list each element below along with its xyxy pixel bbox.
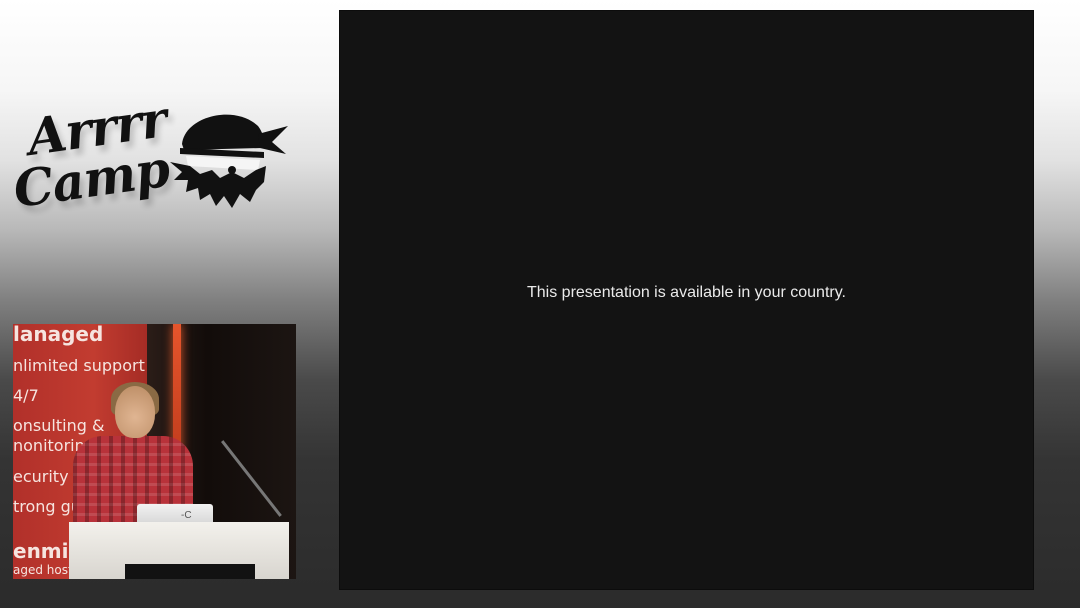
podium-slot <box>125 564 255 579</box>
pirate-skull-icon <box>170 114 288 208</box>
presentation-slide[interactable]: This presentation is available in your c… <box>340 11 1033 589</box>
speaker-video: lanaged nlimited support 4/7 onsulting &… <box>13 324 296 579</box>
speaker-head <box>115 386 155 438</box>
slide-message: This presentation is available in your c… <box>527 284 846 301</box>
banner-line: ecurity <box>13 467 69 486</box>
banner-line: nlimited support <box>13 356 145 375</box>
laptop-sticker: -C <box>181 510 192 521</box>
banner-heading: lanaged <box>13 324 104 346</box>
banner-line: onsulting & <box>13 416 105 435</box>
stage-light <box>173 324 181 454</box>
banner-line: 4/7 <box>13 386 39 405</box>
arrrrcamp-logo: Arrrr Camp <box>10 89 310 240</box>
